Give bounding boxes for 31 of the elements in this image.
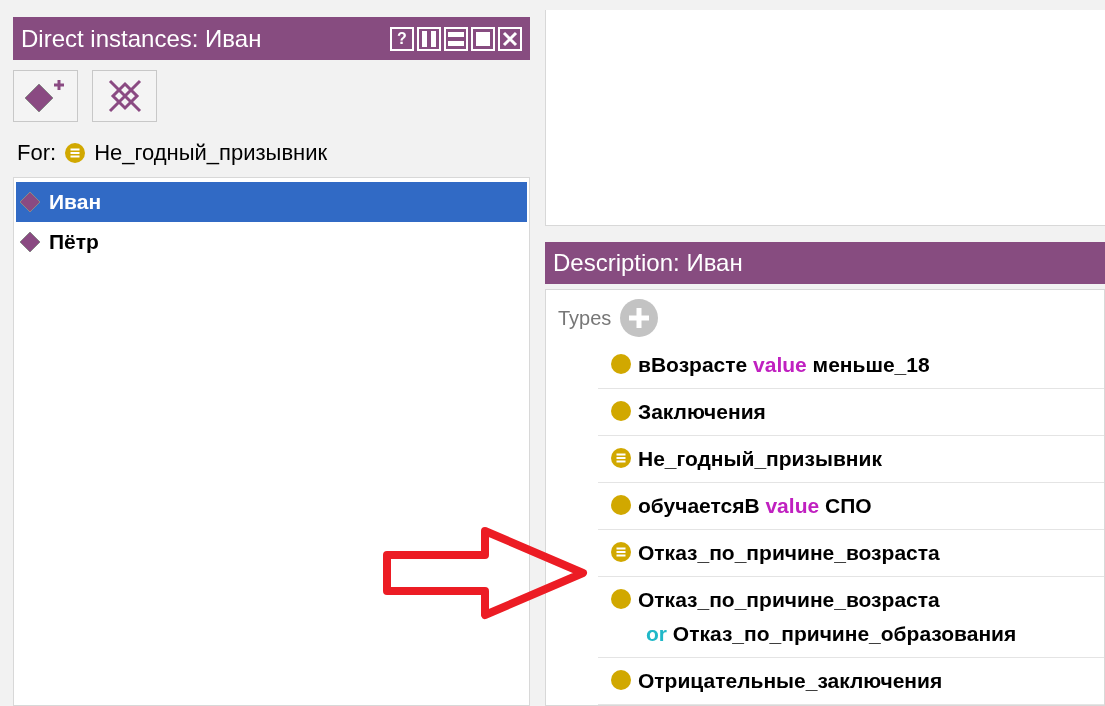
equivalent-class-icon xyxy=(64,141,87,164)
add-individual-button[interactable] xyxy=(13,70,78,122)
type-expression: Отказ_по_причине_возраста xyxy=(638,541,940,565)
section-label: Types xyxy=(558,306,612,331)
help-button[interactable]: ? xyxy=(390,26,414,51)
equivalent-class-icon xyxy=(610,447,632,469)
individual-item[interactable]: Иван xyxy=(16,182,527,222)
individual-item[interactable]: Пётр xyxy=(16,222,527,262)
individual-icon xyxy=(19,191,41,213)
type-expression: Не_годный_призывник xyxy=(638,447,882,471)
type-expression: обучаетсяВ value СПО xyxy=(638,494,872,518)
split-columns-icon[interactable] xyxy=(417,26,441,51)
class-icon xyxy=(610,588,632,610)
class-icon xyxy=(610,494,632,516)
for-label: For: xyxy=(17,139,57,167)
class-icon xyxy=(610,400,632,422)
class-icon xyxy=(610,669,632,691)
maximize-icon[interactable] xyxy=(471,26,495,51)
panel-title: Description: Иван xyxy=(553,248,743,278)
type-expression: Отрицательные_заключения xyxy=(638,669,943,693)
individual-icon xyxy=(19,231,41,253)
type-expression: Заключения xyxy=(638,400,766,424)
delete-individual-button[interactable] xyxy=(92,70,157,122)
panel-title: Direct instances: Иван xyxy=(21,23,263,54)
class-icon xyxy=(610,353,632,375)
equivalent-class-icon xyxy=(610,541,632,563)
type-expression: Отказ_по_причине_возраста or Отказ_по_причине_образования xyxy=(638,588,1017,646)
type-expression: вВозрасте value меньше_18 xyxy=(638,353,930,377)
close-icon[interactable] xyxy=(498,26,522,51)
split-rows-icon[interactable] xyxy=(444,26,468,51)
class-name: Не_годный_призывник xyxy=(94,139,328,167)
